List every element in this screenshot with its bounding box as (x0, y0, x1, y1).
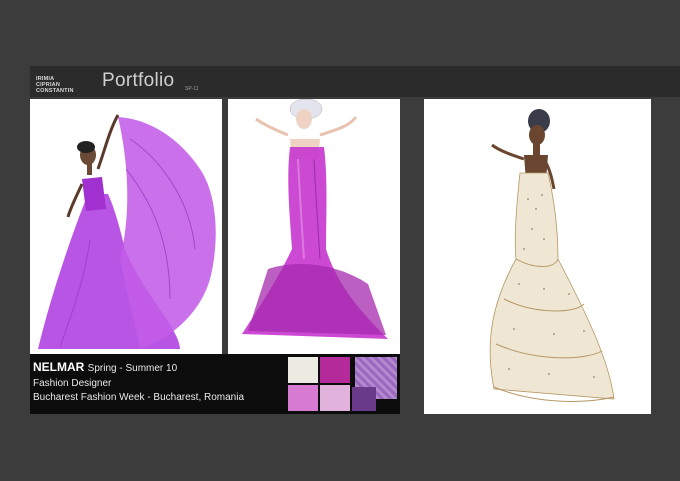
swatch-pink (288, 385, 318, 411)
header-band: IRIMIA CIPRIAN CONSTANTIN Portfolio SP-1… (30, 66, 680, 97)
violet-gown-illustration (30, 99, 222, 354)
swatch-magenta (320, 357, 350, 383)
role-label: Fashion Designer (33, 378, 112, 389)
event-label: Bucharest Fashion Week - Bucharest, Roma… (33, 392, 245, 403)
collection-title: NELMAR Spring - Summer 10 (33, 360, 177, 374)
year-code: SP-11 (185, 86, 199, 92)
designer-name: IRIMIA CIPRIAN CONSTANTIN (36, 76, 74, 94)
swatch-deep-purple (352, 387, 376, 411)
caption-band: NELMAR Spring - Summer 10 Fashion Design… (30, 354, 400, 414)
page-title: Portfolio (102, 70, 175, 91)
designer-name-line: CONSTANTIN (36, 88, 74, 94)
season-label: Spring - Summer 10 (87, 363, 178, 374)
swatch-pale-rose (320, 385, 350, 411)
swatch-ivory (288, 357, 318, 383)
brand-name: NELMAR (33, 360, 85, 374)
magenta-gown-illustration (228, 99, 400, 354)
ivory-gown-illustration (424, 99, 651, 414)
